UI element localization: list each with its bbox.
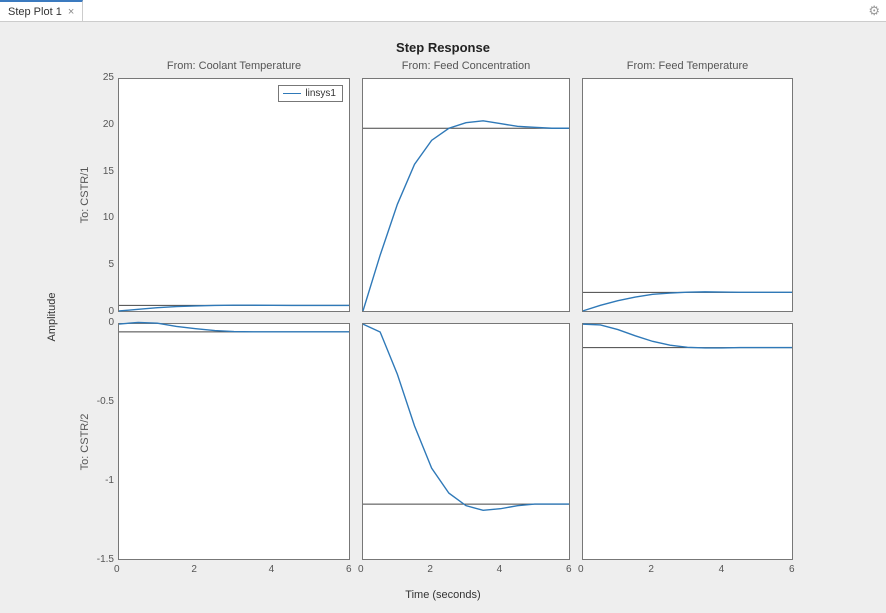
x-tick-label: 6: [346, 564, 352, 575]
tab-label: Step Plot 1: [8, 6, 62, 18]
chart-panel: [362, 78, 570, 312]
x-axis-label: Time (seconds): [0, 589, 886, 601]
row-label: To: CSTR/2: [79, 413, 91, 470]
y-tick-label: 15: [103, 166, 114, 177]
gear-icon[interactable]: ⚙: [868, 3, 880, 19]
tab-bar: Step Plot 1 × ⚙: [0, 0, 886, 22]
x-tick-label: 2: [427, 564, 433, 575]
y-tick-label: 0: [108, 306, 114, 317]
x-tick-label: 0: [114, 564, 120, 575]
row-label: To: CSTR/1: [79, 167, 91, 224]
legend-label: linsys1: [305, 88, 336, 99]
x-tick-label: 2: [191, 564, 197, 575]
x-tick-label: 0: [358, 564, 364, 575]
x-tick-label: 4: [719, 564, 725, 575]
chart-panel: [582, 323, 793, 560]
chart-panel: linsys1: [118, 78, 350, 312]
legend-swatch: [283, 93, 301, 94]
y-tick-label: 10: [103, 212, 114, 223]
column-title: From: Feed Concentration: [362, 60, 570, 72]
x-tick-label: 0: [578, 564, 584, 575]
close-icon[interactable]: ×: [68, 6, 74, 18]
y-tick-label: -1: [105, 475, 114, 486]
chart-panel: [118, 323, 350, 560]
column-title: From: Coolant Temperature: [118, 60, 350, 72]
chart-panel: [362, 323, 570, 560]
x-tick-label: 6: [789, 564, 795, 575]
x-tick-label: 6: [566, 564, 572, 575]
chart-title: Step Response: [0, 40, 886, 55]
y-tick-label: 25: [103, 72, 114, 83]
figure-area: Step Response Amplitude Time (seconds) F…: [0, 22, 886, 613]
x-tick-label: 4: [269, 564, 275, 575]
y-tick-label: -0.5: [97, 396, 114, 407]
x-tick-label: 2: [648, 564, 654, 575]
x-tick-label: 4: [497, 564, 503, 575]
y-axis-label: Amplitude: [46, 293, 58, 342]
y-tick-label: 20: [103, 119, 114, 130]
tab-step-plot-1[interactable]: Step Plot 1 ×: [0, 0, 83, 21]
y-tick-label: -1.5: [97, 554, 114, 565]
column-title: From: Feed Temperature: [582, 60, 793, 72]
chart-panel: [582, 78, 793, 312]
legend: linsys1: [278, 85, 343, 102]
y-tick-label: 5: [108, 259, 114, 270]
y-tick-label: 0: [108, 317, 114, 328]
